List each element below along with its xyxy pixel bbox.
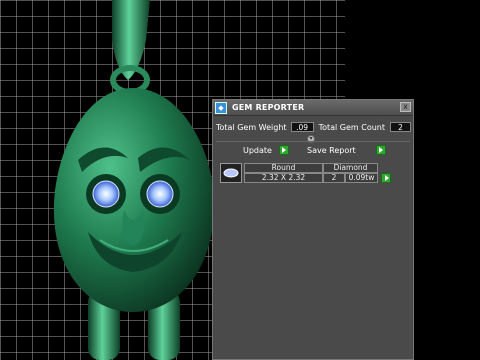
3d-viewport[interactable]: ◆ GEM REPORTER x Total Gem Weight .09 To… [0, 0, 480, 360]
total-gem-weight-label: Total Gem Weight [216, 122, 287, 132]
divider [216, 141, 410, 142]
gem-row-details-button[interactable] [381, 173, 391, 183]
right-eye-gem[interactable] [146, 180, 174, 208]
column-header-round: Round [244, 163, 323, 173]
update-label: Update [243, 145, 272, 155]
panel-title-bar[interactable]: ◆ GEM REPORTER x [213, 100, 413, 116]
gem-reporter-panel: ◆ GEM REPORTER x Total Gem Weight .09 To… [212, 99, 414, 360]
total-gem-count-value: 2 [390, 122, 412, 132]
egg-body [53, 88, 215, 312]
actions-row: Update Save Report [243, 144, 386, 156]
panel-title: GEM REPORTER [232, 103, 305, 112]
left-eye-gem[interactable] [92, 180, 120, 208]
gem-reporter-icon: ◆ [215, 101, 227, 114]
save-report-button[interactable] [375, 145, 386, 155]
totals-row: Total Gem Weight .09 Total Gem Count 2 [216, 121, 412, 133]
round-gem-thumbnail-icon[interactable] [220, 163, 242, 183]
update-button[interactable] [278, 145, 289, 155]
column-header-diamond: Diamond [323, 163, 378, 173]
total-gem-count-label: Total Gem Count [318, 122, 386, 132]
close-icon[interactable]: x [400, 102, 411, 112]
gem-count-cell: 2 [323, 173, 345, 183]
gem-size-cell: 2.32 X 2.32 [244, 173, 323, 183]
total-gem-weight-value: .09 [290, 122, 314, 132]
gem-weight-cell: 0.09tw [345, 173, 378, 183]
save-report-label: Save Report [306, 145, 356, 155]
